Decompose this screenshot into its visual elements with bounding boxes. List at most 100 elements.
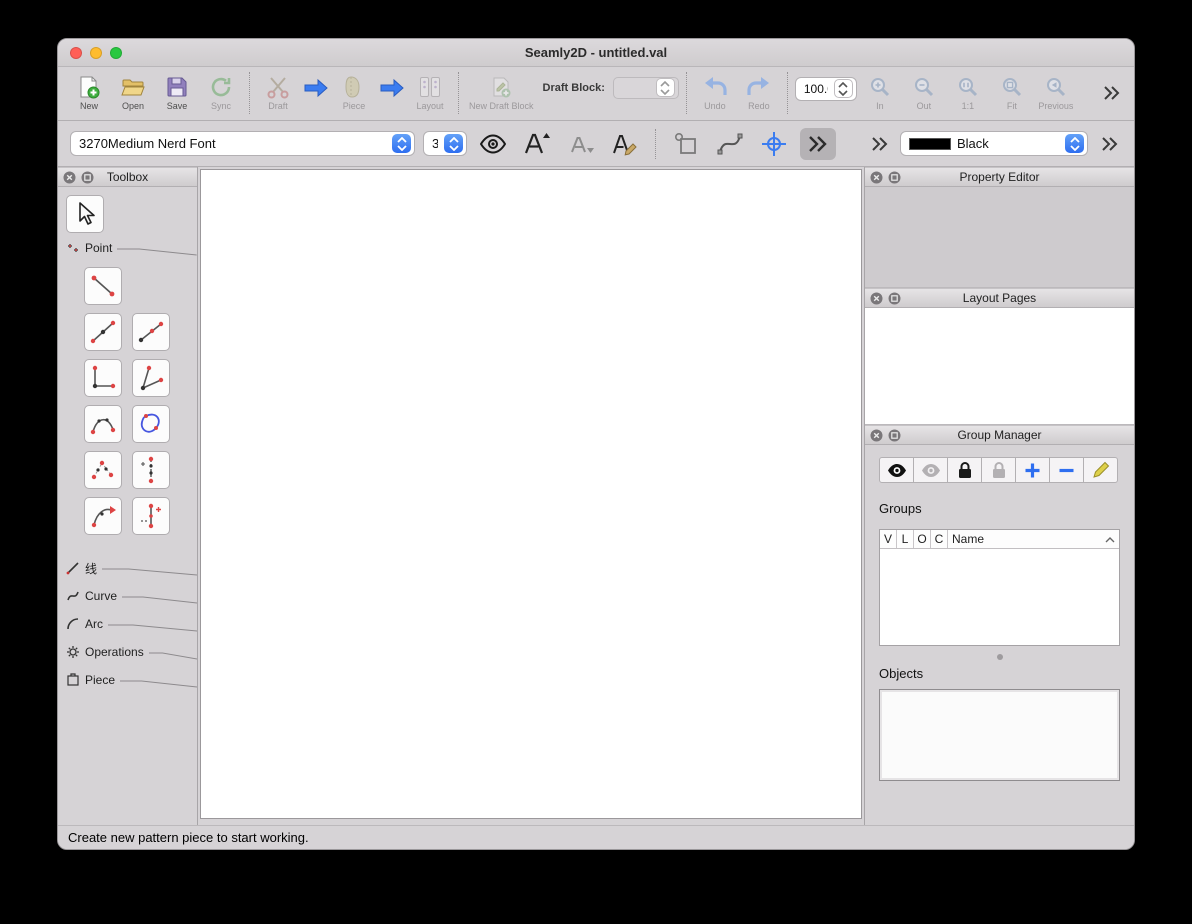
float-panel-icon[interactable] <box>888 429 901 442</box>
sync-button[interactable]: Sync <box>200 74 242 111</box>
tool-point-curve-intersect-axis[interactable] <box>84 497 122 535</box>
new-button[interactable]: New <box>68 74 110 111</box>
zoom-fit-button[interactable]: Fit <box>991 74 1033 111</box>
toolbox-section-curve[interactable]: Curve <box>58 583 197 609</box>
float-panel-icon[interactable] <box>81 171 94 184</box>
font-family-select[interactable]: 3270Medium Nerd Font <box>70 131 415 156</box>
column-header-color[interactable]: C <box>931 530 948 548</box>
color-name: Black <box>957 136 989 151</box>
status-bar: Create new pattern piece to start workin… <box>58 825 1134 849</box>
layout-mode-button[interactable]: Layout <box>409 74 451 111</box>
layout-mode-label: Layout <box>416 101 444 111</box>
arrow-tool-button[interactable] <box>66 195 104 233</box>
curve-section-icon <box>66 589 80 603</box>
format-overflow-chevron-icon-right[interactable] <box>1100 136 1118 152</box>
toolbox-section-point[interactable]: Point <box>58 235 197 261</box>
panel-splitter-handle[interactable] <box>996 654 1003 660</box>
piece-section-label: Piece <box>85 673 116 687</box>
column-header-name[interactable]: Name <box>948 530 1119 548</box>
zoom-fit-label: Fit <box>1006 101 1017 111</box>
zoom-one-to-one-button[interactable]: 1:1 <box>947 74 989 111</box>
font-increase-icon <box>524 132 550 153</box>
close-panel-icon[interactable] <box>870 171 883 184</box>
tool-point-on-spline[interactable] <box>132 405 170 443</box>
column-header-visible[interactable]: V <box>880 530 897 548</box>
lock-groups-button[interactable] <box>947 457 982 483</box>
cursor-arrow-icon <box>79 202 95 225</box>
spline-tool-button[interactable] <box>712 128 748 160</box>
groups-table-header: V L O C Name <box>880 530 1119 549</box>
zoom-out-button[interactable]: Out <box>903 74 945 111</box>
show-point-names-button[interactable] <box>475 128 511 160</box>
toolbox-section-operations[interactable]: Operations <box>58 639 197 665</box>
tool-point-vertical-axis[interactable] <box>132 451 170 489</box>
goto-layout-mode-arrow-icon[interactable] <box>377 68 407 108</box>
zoom-previous-button[interactable]: Previous <box>1035 74 1077 111</box>
snap-target-button[interactable] <box>756 128 792 160</box>
draft-scissors-icon <box>266 74 290 100</box>
close-panel-icon[interactable] <box>63 171 76 184</box>
property-editor-content <box>865 187 1134 288</box>
toolbox-panel: Toolbox Point 线 Curve Arc Operations Pie… <box>58 167 198 825</box>
lock-icon <box>958 462 971 478</box>
groups-table-body[interactable] <box>880 549 1119 645</box>
zoom-in-button[interactable]: In <box>859 74 901 111</box>
new-document-icon <box>77 74 101 100</box>
zoom-out-icon <box>913 74 935 100</box>
tool-point-bisector[interactable] <box>132 359 170 397</box>
union-tool-button[interactable] <box>668 128 704 160</box>
save-button[interactable]: Save <box>156 74 198 111</box>
drawing-canvas[interactable] <box>200 169 862 819</box>
zoom-out-label: Out <box>916 101 932 111</box>
toolbox-dock-header: Toolbox <box>58 167 197 187</box>
close-window-button[interactable] <box>70 46 82 59</box>
fullscreen-window-button[interactable] <box>110 46 122 59</box>
objects-list[interactable] <box>879 689 1120 781</box>
edit-label-font-button[interactable] <box>607 128 643 160</box>
zoom-stepper-icon[interactable] <box>833 79 853 98</box>
titlebar[interactable]: Seamly2D - untitled.val <box>58 39 1134 67</box>
increase-label-font-button[interactable] <box>519 128 555 160</box>
font-size-spinbox[interactable]: 32 <box>423 131 467 156</box>
show-groups-button[interactable] <box>879 457 914 483</box>
draft-mode-button[interactable]: Draft <box>257 74 299 111</box>
edit-group-button[interactable] <box>1083 457 1118 483</box>
goto-piece-mode-arrow-icon[interactable] <box>301 68 331 108</box>
column-header-locked[interactable]: L <box>897 530 914 548</box>
tool-point-at-distance-angle[interactable] <box>84 267 122 305</box>
tool-point-along-line[interactable] <box>84 313 122 351</box>
tool-point-on-curve[interactable] <box>84 405 122 443</box>
tool-point-perpendicular[interactable] <box>84 359 122 397</box>
redo-button[interactable]: Redo <box>738 74 780 111</box>
toolbox-section-arc[interactable]: Arc <box>58 611 197 637</box>
close-panel-icon[interactable] <box>870 429 883 442</box>
remove-group-button[interactable] <box>1049 457 1084 483</box>
tool-point-intersection[interactable] <box>84 451 122 489</box>
toolbar-separator <box>249 71 250 114</box>
hide-groups-button[interactable] <box>913 457 948 483</box>
decrease-label-font-button[interactable] <box>563 128 599 160</box>
zoom-spinbox[interactable]: 100.0% <box>794 76 857 101</box>
tool-point-midpoint[interactable] <box>132 313 170 351</box>
add-group-button[interactable] <box>1015 457 1050 483</box>
undo-button[interactable]: Undo <box>694 74 736 111</box>
section-divider-line <box>148 652 197 660</box>
new-draft-block-button[interactable]: New Draft Block <box>466 74 537 111</box>
unlock-groups-button[interactable] <box>981 457 1016 483</box>
toolbox-section-line[interactable]: 线 <box>58 555 197 581</box>
draft-block-select[interactable] <box>612 76 679 99</box>
float-panel-icon[interactable] <box>888 171 901 184</box>
format-overflow-chevron-icon[interactable] <box>870 136 888 152</box>
line-color-select[interactable]: Black <box>900 131 1088 156</box>
column-header-objects[interactable]: O <box>914 530 931 548</box>
tool-point-line-intersect-axis[interactable] <box>132 497 170 535</box>
float-panel-icon[interactable] <box>888 292 901 305</box>
open-button[interactable]: Open <box>112 74 154 111</box>
toolbar-overflow-chevron-icon[interactable] <box>1102 85 1120 101</box>
piece-mode-button[interactable]: Piece <box>333 74 375 111</box>
close-panel-icon[interactable] <box>870 292 883 305</box>
minimize-window-button[interactable] <box>90 46 102 59</box>
expand-tools-button[interactable] <box>800 127 836 160</box>
toolbox-section-piece[interactable]: Piece <box>58 667 197 693</box>
piece-pattern-icon <box>342 74 366 100</box>
